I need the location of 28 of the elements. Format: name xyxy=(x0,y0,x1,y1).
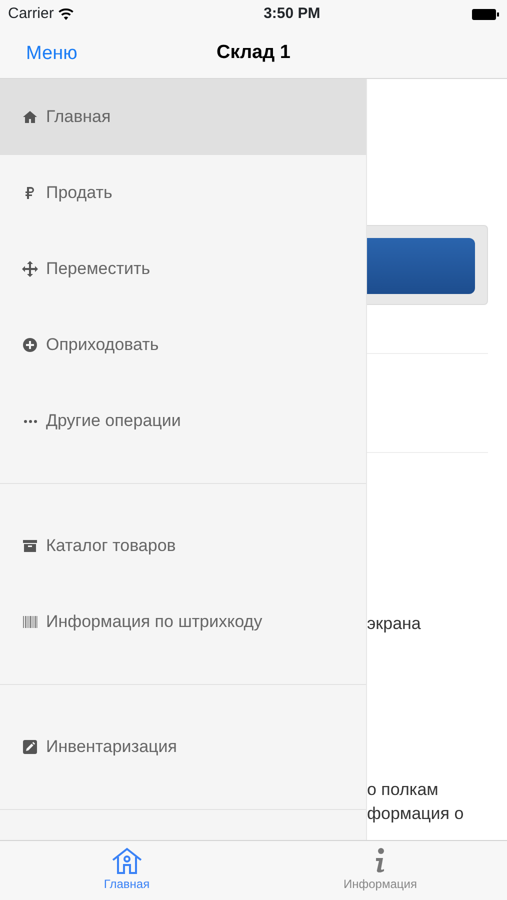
ellipsis-icon xyxy=(24,420,36,422)
body-text: экрана xyxy=(367,613,422,635)
archive-icon xyxy=(22,538,38,554)
plus-circle-icon xyxy=(22,337,38,353)
body-text: формация о xyxy=(367,803,465,825)
menu-button[interactable]: Меню xyxy=(26,40,78,68)
battery-icon xyxy=(472,8,499,20)
menu-item[interactable]: Переместить xyxy=(0,231,366,307)
menu-item[interactable]: Другие операции xyxy=(0,383,366,459)
move-icon xyxy=(22,261,38,277)
home-icon xyxy=(110,847,143,875)
action-button[interactable] xyxy=(367,238,475,294)
body-text: о полкам xyxy=(367,779,440,801)
menu-item[interactable]: Продать xyxy=(0,155,366,231)
wifi-icon xyxy=(58,8,74,20)
menu-item[interactable]: Инвентаризация xyxy=(0,709,366,785)
home-icon xyxy=(22,109,38,125)
screen-title: Склад 1 xyxy=(216,40,290,65)
status-time: 3:50 PM xyxy=(264,4,320,24)
menu-item[interactable]: Главная xyxy=(0,79,366,155)
tab[interactable]: Информация xyxy=(254,841,507,900)
menu-item[interactable]: Каталог товаров xyxy=(0,508,366,584)
barcode-icon xyxy=(22,614,38,630)
edit-icon xyxy=(22,739,38,755)
menu-item[interactable]: Оприходовать xyxy=(0,307,366,383)
tab[interactable]: Главная xyxy=(0,841,254,900)
menu-item[interactable]: Информация по штрихкоду xyxy=(0,584,366,660)
carrier-label: Carrier xyxy=(8,4,54,24)
